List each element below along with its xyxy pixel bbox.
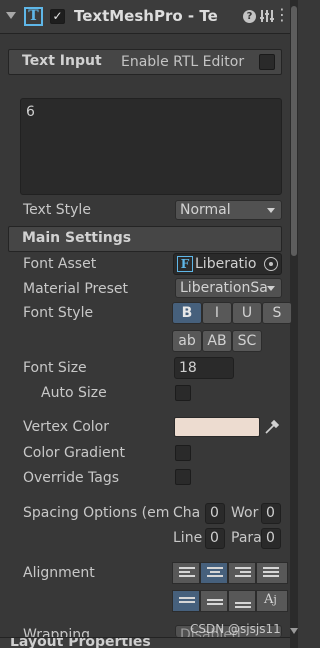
text-style-dropdown[interactable]: Normal xyxy=(175,200,282,220)
chevron-down-icon xyxy=(267,208,275,213)
align-right-icon xyxy=(235,567,251,579)
textmeshpro-component-icon: T xyxy=(24,7,43,26)
layout-properties-section-header: Layout Properties xyxy=(0,637,290,648)
align-justified-button[interactable] xyxy=(256,562,288,584)
font-size-input[interactable]: 18 xyxy=(174,357,234,379)
override-tags-checkbox[interactable] xyxy=(175,469,191,485)
align-middle-button[interactable] xyxy=(200,590,228,612)
align-left-button[interactable] xyxy=(172,562,200,584)
font-size-value: 18 xyxy=(179,360,197,376)
component-header[interactable]: T ✓ TextMeshPro - Te ? ⋮ xyxy=(0,0,290,34)
vertex-color-swatch[interactable] xyxy=(174,417,260,437)
align-center-icon xyxy=(207,567,223,579)
auto-size-checkbox[interactable] xyxy=(175,385,191,401)
text-style-value: Normal xyxy=(180,202,231,218)
auto-size-label: Auto Size xyxy=(41,385,107,401)
align-baseline-icon: Aj xyxy=(264,592,277,607)
font-style-strikethrough-toggle[interactable]: S xyxy=(262,302,292,324)
align-center-button[interactable] xyxy=(200,562,228,584)
text-style-label: Text Style xyxy=(23,202,91,218)
presets-icon[interactable] xyxy=(260,10,274,22)
character-spacing-label: Cha xyxy=(173,505,201,521)
object-picker-icon[interactable] xyxy=(264,257,278,271)
chevron-down-icon xyxy=(267,286,275,291)
align-top-button[interactable] xyxy=(172,590,200,612)
font-style-lowercase-toggle[interactable]: ab xyxy=(172,330,202,352)
main-settings-section-header: Main Settings xyxy=(8,226,282,252)
text-input-area[interactable]: 6 xyxy=(20,98,282,195)
align-justified-icon xyxy=(263,567,279,579)
character-spacing-input[interactable]: 0 xyxy=(205,503,225,524)
font-asset-label: Font Asset xyxy=(23,256,97,272)
font-style-smallcaps-toggle[interactable]: SC xyxy=(232,330,262,352)
font-asset-value: Liberatio xyxy=(195,256,257,272)
text-input-section-title: Text Input xyxy=(22,53,102,69)
vertex-color-label: Vertex Color xyxy=(23,419,110,435)
context-menu-icon[interactable]: ⋮ xyxy=(274,5,290,24)
color-gradient-checkbox[interactable] xyxy=(175,445,191,461)
font-size-label: Font Size xyxy=(23,360,87,376)
font-style-italic-toggle[interactable]: I xyxy=(202,302,232,324)
align-middle-icon xyxy=(207,595,223,607)
text-input-section-header: Text Input Enable RTL Editor xyxy=(8,49,282,75)
eyedropper-icon[interactable] xyxy=(262,417,282,437)
align-top-icon xyxy=(179,595,195,607)
align-baseline-button[interactable]: Aj xyxy=(256,590,288,612)
paragraph-spacing-label: Para xyxy=(231,530,261,546)
font-style-bold-toggle[interactable]: B xyxy=(172,302,202,324)
alignment-label: Alignment xyxy=(23,565,95,581)
material-preset-label: Material Preset xyxy=(23,281,128,297)
vertical-scrollbar[interactable] xyxy=(290,0,298,648)
material-preset-value: LiberationSa xyxy=(180,280,268,296)
font-asset-field[interactable]: F Liberatio xyxy=(173,253,282,275)
line-spacing-input[interactable]: 0 xyxy=(205,528,225,549)
paragraph-spacing-input[interactable]: 0 xyxy=(261,528,281,549)
scroll-down-arrow-icon[interactable] xyxy=(290,628,298,634)
align-left-icon xyxy=(179,567,195,579)
help-icon[interactable]: ? xyxy=(243,10,256,23)
font-style-label: Font Style xyxy=(23,305,94,321)
material-preset-dropdown[interactable]: LiberationSa xyxy=(175,278,282,298)
rtl-editor-checkbox[interactable] xyxy=(259,54,275,70)
main-settings-section-title: Main Settings xyxy=(22,230,132,246)
align-right-button[interactable] xyxy=(228,562,256,584)
spacing-options-label: Spacing Options (em xyxy=(23,505,170,521)
layout-properties-title: Layout Properties xyxy=(10,637,151,648)
line-spacing-label: Line xyxy=(173,530,203,546)
color-gradient-label: Color Gradient xyxy=(23,445,125,461)
align-bottom-icon xyxy=(235,595,251,608)
word-spacing-input[interactable]: 0 xyxy=(261,503,281,524)
align-bottom-button[interactable] xyxy=(228,590,256,612)
word-spacing-label: Wor xyxy=(231,505,259,521)
watermark-text: CSDN @sjsjs11 xyxy=(190,622,281,636)
component-enabled-checkbox[interactable]: ✓ xyxy=(50,9,65,24)
text-input-value: 6 xyxy=(26,104,35,120)
component-title: TextMeshPro - Te xyxy=(74,7,218,25)
font-style-underline-toggle[interactable]: U xyxy=(232,302,262,324)
scrollbar-thumb[interactable] xyxy=(291,6,297,256)
foldout-arrow-icon[interactable] xyxy=(6,12,16,19)
font-style-uppercase-toggle[interactable]: AB xyxy=(202,330,232,352)
override-tags-label: Override Tags xyxy=(23,470,120,486)
rtl-editor-label: Enable RTL Editor xyxy=(121,54,245,70)
font-asset-icon: F xyxy=(177,256,193,272)
